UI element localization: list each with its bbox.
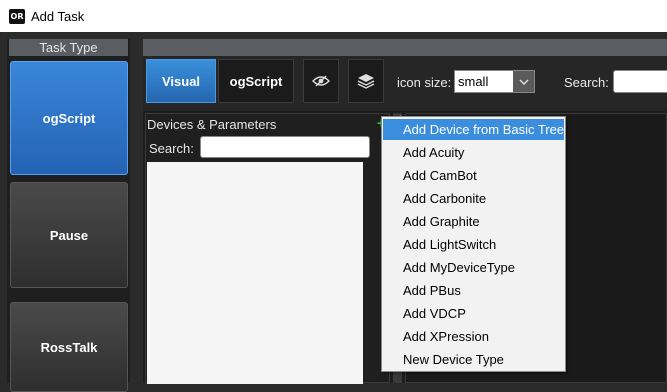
title-bar: OR Add Task — [0, 0, 667, 32]
add-device-context-menu: Add Device from Basic Tree Add Acuity Ad… — [381, 116, 566, 372]
task-type-pause-button[interactable]: Pause — [10, 182, 128, 288]
menu-item-add-device-from-basic-tree[interactable]: Add Device from Basic Tree — [383, 119, 564, 140]
search-input[interactable] — [613, 70, 667, 93]
menu-item-add-cambot[interactable]: Add CamBot — [383, 165, 564, 186]
app-logo-icon: OR — [9, 9, 25, 24]
dialog-body: Task Type ogScript Pause RossTalk Visual… — [0, 32, 667, 392]
menu-item-add-vdcp[interactable]: Add VDCP — [383, 303, 564, 324]
chevron-down-icon[interactable] — [513, 71, 534, 92]
menu-item-add-acuity[interactable]: Add Acuity — [383, 142, 564, 163]
devices-parameters-title: Devices & Parameters — [147, 117, 277, 132]
tab-visual[interactable]: Visual — [146, 59, 216, 103]
menu-item-new-device-type[interactable]: New Device Type — [383, 349, 564, 370]
editor-header-bar — [143, 39, 667, 56]
search-label: Search: — [564, 75, 609, 90]
task-type-rosstalk-button[interactable]: RossTalk — [10, 302, 128, 392]
icon-size-value: small — [458, 74, 489, 89]
devices-search-input[interactable] — [200, 136, 370, 158]
devices-search-label: Search: — [149, 141, 194, 156]
task-type-header: Task Type — [9, 39, 128, 56]
layers-button[interactable] — [348, 59, 384, 103]
icon-size-label: icon size: — [397, 75, 452, 90]
window-title: Add Task — [31, 9, 85, 24]
menu-item-add-graphite[interactable]: Add Graphite — [383, 211, 564, 232]
menu-item-add-xpression[interactable]: Add XPression — [383, 326, 564, 347]
task-type-ogscript-button[interactable]: ogScript — [10, 61, 128, 175]
devices-parameters-panel: Devices & Parameters + Search: — [145, 113, 390, 384]
menu-item-add-carbonite[interactable]: Add Carbonite — [383, 188, 564, 209]
devices-tree[interactable] — [147, 162, 363, 384]
layers-icon — [357, 74, 375, 89]
tab-ogscript[interactable]: ogScript — [218, 59, 294, 103]
menu-item-add-pbus[interactable]: Add PBus — [383, 280, 564, 301]
menu-item-add-lightswitch[interactable]: Add LightSwitch — [383, 234, 564, 255]
menu-item-add-mydevicetype[interactable]: Add MyDeviceType — [383, 257, 564, 278]
eye-slash-icon — [312, 75, 330, 87]
toggle-view-button[interactable] — [303, 59, 339, 103]
icon-size-select[interactable]: small — [454, 70, 535, 93]
editor-toolbar: Visual ogScript icon size: small Search: — [143, 56, 667, 111]
task-type-panel: Task Type ogScript Pause RossTalk — [7, 39, 130, 392]
